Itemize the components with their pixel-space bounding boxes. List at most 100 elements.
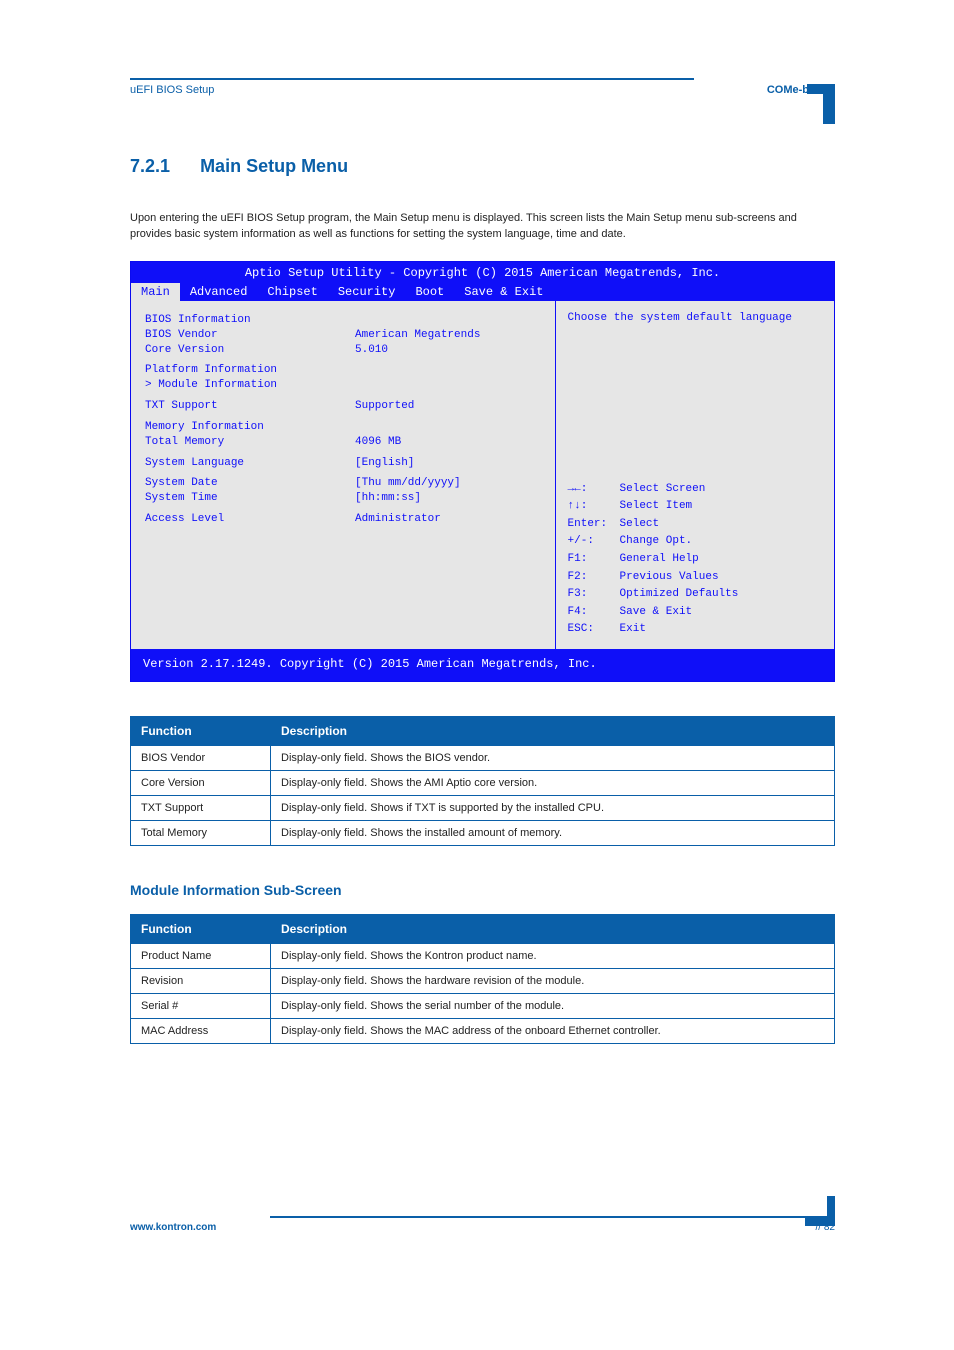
bios-tab-main[interactable]: Main	[131, 283, 180, 301]
help-line: →←: Select Screen	[568, 481, 824, 499]
help-line: F2: Previous Values	[568, 569, 824, 587]
bios-help-top: Choose the system default language	[568, 311, 824, 326]
bios-tab-security[interactable]: Security	[328, 283, 406, 301]
help-desc: Optimized Defaults	[620, 586, 739, 604]
t2-col2: Description	[271, 914, 835, 943]
bios-help-keys: →←: Select Screen↑↓: Select ItemEnter: S…	[568, 481, 824, 639]
cell-function: Product Name	[131, 943, 271, 968]
help-desc: Save & Exit	[620, 604, 693, 622]
bios-row: Access LevelAdministrator	[145, 512, 543, 527]
bios-key: BIOS Vendor	[145, 328, 355, 343]
cell-description: Display-only field. Shows the installed …	[271, 820, 835, 845]
bios-row: Core Version5.010	[145, 343, 543, 358]
bios-key: System Time	[145, 491, 355, 506]
bios-key: > Module Information	[145, 378, 355, 393]
cell-description: Display-only field. Shows the serial num…	[271, 993, 835, 1018]
table-row: RevisionDisplay-only field. Shows the ha…	[131, 968, 835, 993]
bios-key: BIOS Information	[145, 313, 355, 328]
table-row: Serial #Display-only field. Shows the se…	[131, 993, 835, 1018]
bios-value: 4096 MB	[355, 435, 401, 450]
bios-key: TXT Support	[145, 399, 355, 414]
page-header: uEFI BIOS Setup COMe-bBD6	[130, 84, 835, 96]
bios-row: Total Memory4096 MB	[145, 435, 543, 450]
bios-row: TXT SupportSupported	[145, 399, 543, 414]
help-key: F3:	[568, 586, 620, 604]
help-key: ↑↓:	[568, 498, 620, 516]
help-key: F1:	[568, 551, 620, 569]
cell-description: Display-only field. Shows the hardware r…	[271, 968, 835, 993]
bios-body: BIOS InformationBIOS VendorAmerican Mega…	[131, 301, 834, 649]
table-row: TXT SupportDisplay-only field. Shows if …	[131, 795, 835, 820]
bios-key: Access Level	[145, 512, 355, 527]
cell-function: MAC Address	[131, 1018, 271, 1043]
help-desc: Select Item	[620, 498, 693, 516]
bios-row: System Language[English]	[145, 456, 543, 471]
bios-value: [Thu mm/dd/yyyy]	[355, 476, 461, 491]
help-desc: Exit	[620, 621, 646, 639]
help-desc: Select	[620, 516, 660, 534]
page-footer: www.kontron.com // 82	[130, 1216, 835, 1233]
bios-key: Memory Information	[145, 420, 355, 435]
header-left: uEFI BIOS Setup	[130, 84, 214, 96]
bios-tab-advanced[interactable]: Advanced	[180, 283, 258, 301]
corner-mark-top	[795, 84, 835, 124]
help-key: F2:	[568, 569, 620, 587]
bios-key: System Date	[145, 476, 355, 491]
footer-left: www.kontron.com	[130, 1222, 216, 1233]
bios-tab-chipset[interactable]: Chipset	[257, 283, 327, 301]
cell-function: TXT Support	[131, 795, 271, 820]
bios-title: Aptio Setup Utility - Copyright (C) 2015…	[131, 262, 834, 283]
cell-function: Revision	[131, 968, 271, 993]
table-row: Total MemoryDisplay-only field. Shows th…	[131, 820, 835, 845]
help-line: ↑↓: Select Item	[568, 498, 824, 516]
bios-row: BIOS VendorAmerican Megatrends	[145, 328, 543, 343]
help-key: +/-:	[568, 533, 620, 551]
bios-row: BIOS Information	[145, 313, 543, 328]
help-desc: Change Opt.	[620, 533, 693, 551]
intro-paragraph: Upon entering the uEFI BIOS Setup progra…	[130, 211, 835, 243]
cell-description: Display-only field. Shows if TXT is supp…	[271, 795, 835, 820]
bios-tab-row: MainAdvancedChipsetSecurityBootSave & Ex…	[131, 283, 834, 301]
section-number: 7.2.1	[130, 156, 170, 176]
bios-tab-boot[interactable]: Boot	[405, 283, 454, 301]
help-desc: General Help	[620, 551, 699, 569]
help-line: F3: Optimized Defaults	[568, 586, 824, 604]
help-desc: Previous Values	[620, 569, 719, 587]
cell-description: Display-only field. Shows the AMI Aptio …	[271, 770, 835, 795]
cell-function: BIOS Vendor	[131, 745, 271, 770]
section-title: Main Setup Menu	[200, 156, 348, 176]
cell-function: Serial #	[131, 993, 271, 1018]
bios-row: Platform Information	[145, 363, 543, 378]
bios-tab-save-exit[interactable]: Save & Exit	[454, 283, 553, 301]
help-desc: Select Screen	[620, 481, 706, 499]
help-line: Enter: Select	[568, 516, 824, 534]
bios-key: Total Memory	[145, 435, 355, 450]
bios-row: System Date[Thu mm/dd/yyyy]	[145, 476, 543, 491]
table-row: Product NameDisplay-only field. Shows th…	[131, 943, 835, 968]
help-key: Enter:	[568, 516, 620, 534]
bios-value: Supported	[355, 399, 414, 414]
section-heading: 7.2.1 Main Setup Menu	[130, 156, 835, 177]
bios-left-pane: BIOS InformationBIOS VendorAmerican Mega…	[131, 301, 556, 649]
t1-col1: Function	[131, 716, 271, 745]
bios-row: > Module Information	[145, 378, 543, 393]
bios-panel: Aptio Setup Utility - Copyright (C) 2015…	[130, 261, 835, 682]
function-table-1: Function Description BIOS VendorDisplay-…	[130, 716, 835, 846]
cell-function: Total Memory	[131, 820, 271, 845]
bios-right-pane: Choose the system default language →←: S…	[556, 301, 834, 649]
header-rule	[130, 78, 694, 80]
help-line: ESC: Exit	[568, 621, 824, 639]
bios-value: [English]	[355, 456, 414, 471]
cell-description: Display-only field. Shows the MAC addres…	[271, 1018, 835, 1043]
table-row: Core VersionDisplay-only field. Shows th…	[131, 770, 835, 795]
help-line: F1: General Help	[568, 551, 824, 569]
bios-row: Memory Information	[145, 420, 543, 435]
table-row: BIOS VendorDisplay-only field. Shows the…	[131, 745, 835, 770]
table-row: MAC AddressDisplay-only field. Shows the…	[131, 1018, 835, 1043]
sub-heading: Module Information Sub-Screen	[130, 882, 835, 898]
help-key: F4:	[568, 604, 620, 622]
bios-value: Administrator	[355, 512, 441, 527]
help-line: +/-: Change Opt.	[568, 533, 824, 551]
bios-value: American Megatrends	[355, 328, 480, 343]
bios-key: Core Version	[145, 343, 355, 358]
